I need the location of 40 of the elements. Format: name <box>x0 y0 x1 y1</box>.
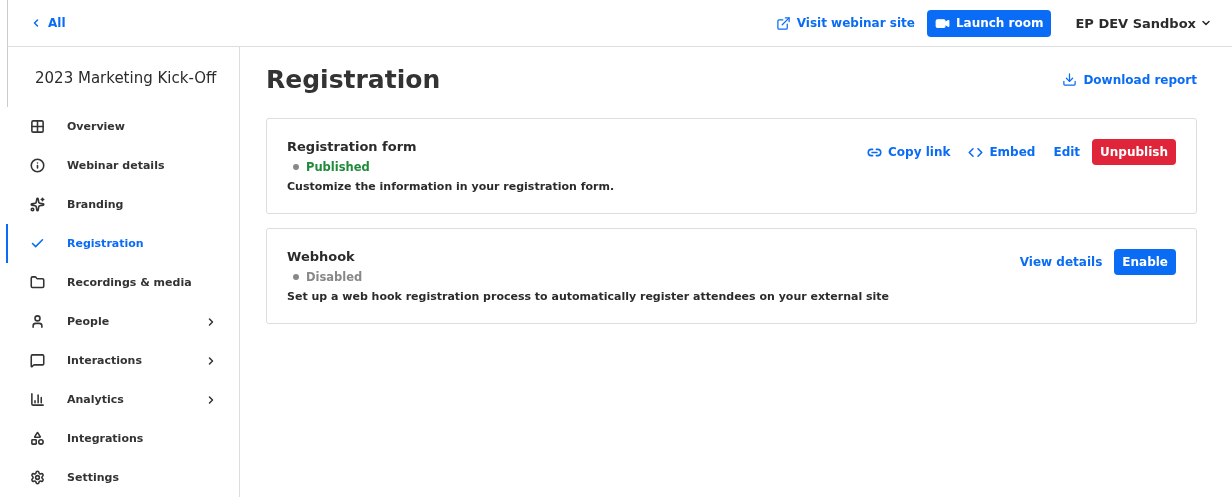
sidebar-item[interactable]: Registration <box>6 224 239 263</box>
status-label: Disabled <box>293 270 890 284</box>
shapes-icon <box>30 431 45 446</box>
sidebar-item[interactable]: Analytics <box>6 380 239 419</box>
sidebar-item[interactable]: Integrations <box>6 419 239 458</box>
account-menu[interactable]: EP DEV Sandbox <box>1069 14 1218 32</box>
chat-icon <box>30 353 45 368</box>
download-icon <box>1062 72 1078 87</box>
page-title: Registration <box>266 65 441 94</box>
unpublish-button[interactable]: Unpublish <box>1092 139 1176 165</box>
card-title: Webhook <box>287 249 356 264</box>
enable-button[interactable]: Enable <box>1114 249 1176 275</box>
external-link-icon <box>775 15 791 31</box>
card-description: Customize the information in your registration form. <box>287 180 615 193</box>
person-icon <box>30 314 45 329</box>
sidebar-item[interactable]: Recordings & media <box>6 263 239 302</box>
status-label: Published <box>293 160 615 174</box>
card-title: Registration form <box>287 139 418 154</box>
visit-site-link[interactable]: Visit webinar site <box>775 15 915 31</box>
info-icon <box>30 158 45 173</box>
sidebar-item[interactable]: People <box>6 302 239 341</box>
folder-icon <box>30 275 45 290</box>
bar-chart-icon <box>30 392 45 407</box>
action-link[interactable]: Embed <box>968 144 1036 160</box>
back-link[interactable]: All <box>30 16 66 30</box>
sidebar-item[interactable]: Settings <box>6 458 239 497</box>
settings-icon <box>30 470 45 485</box>
card-description: Set up a web hook registration process to automatically register attendees on your external site <box>287 290 890 303</box>
action-link[interactable]: Copy link <box>867 144 951 160</box>
sidebar-item[interactable]: Overview <box>6 107 239 146</box>
sparkle-icon <box>30 197 45 212</box>
grid-icon <box>30 119 45 134</box>
action-link[interactable]: Edit <box>1053 145 1081 159</box>
sidebar-item[interactable]: Webinar details <box>6 146 239 185</box>
event-title: 2023 Marketing Kick-Off <box>7 47 239 107</box>
sidebar-item[interactable]: Interactions <box>6 341 239 380</box>
action-link[interactable]: View details <box>1019 255 1103 269</box>
sidebar-item[interactable]: Branding <box>6 185 239 224</box>
launch-room-button[interactable]: Launch room <box>926 9 1052 37</box>
download-report-link[interactable]: Download report <box>1062 72 1197 87</box>
